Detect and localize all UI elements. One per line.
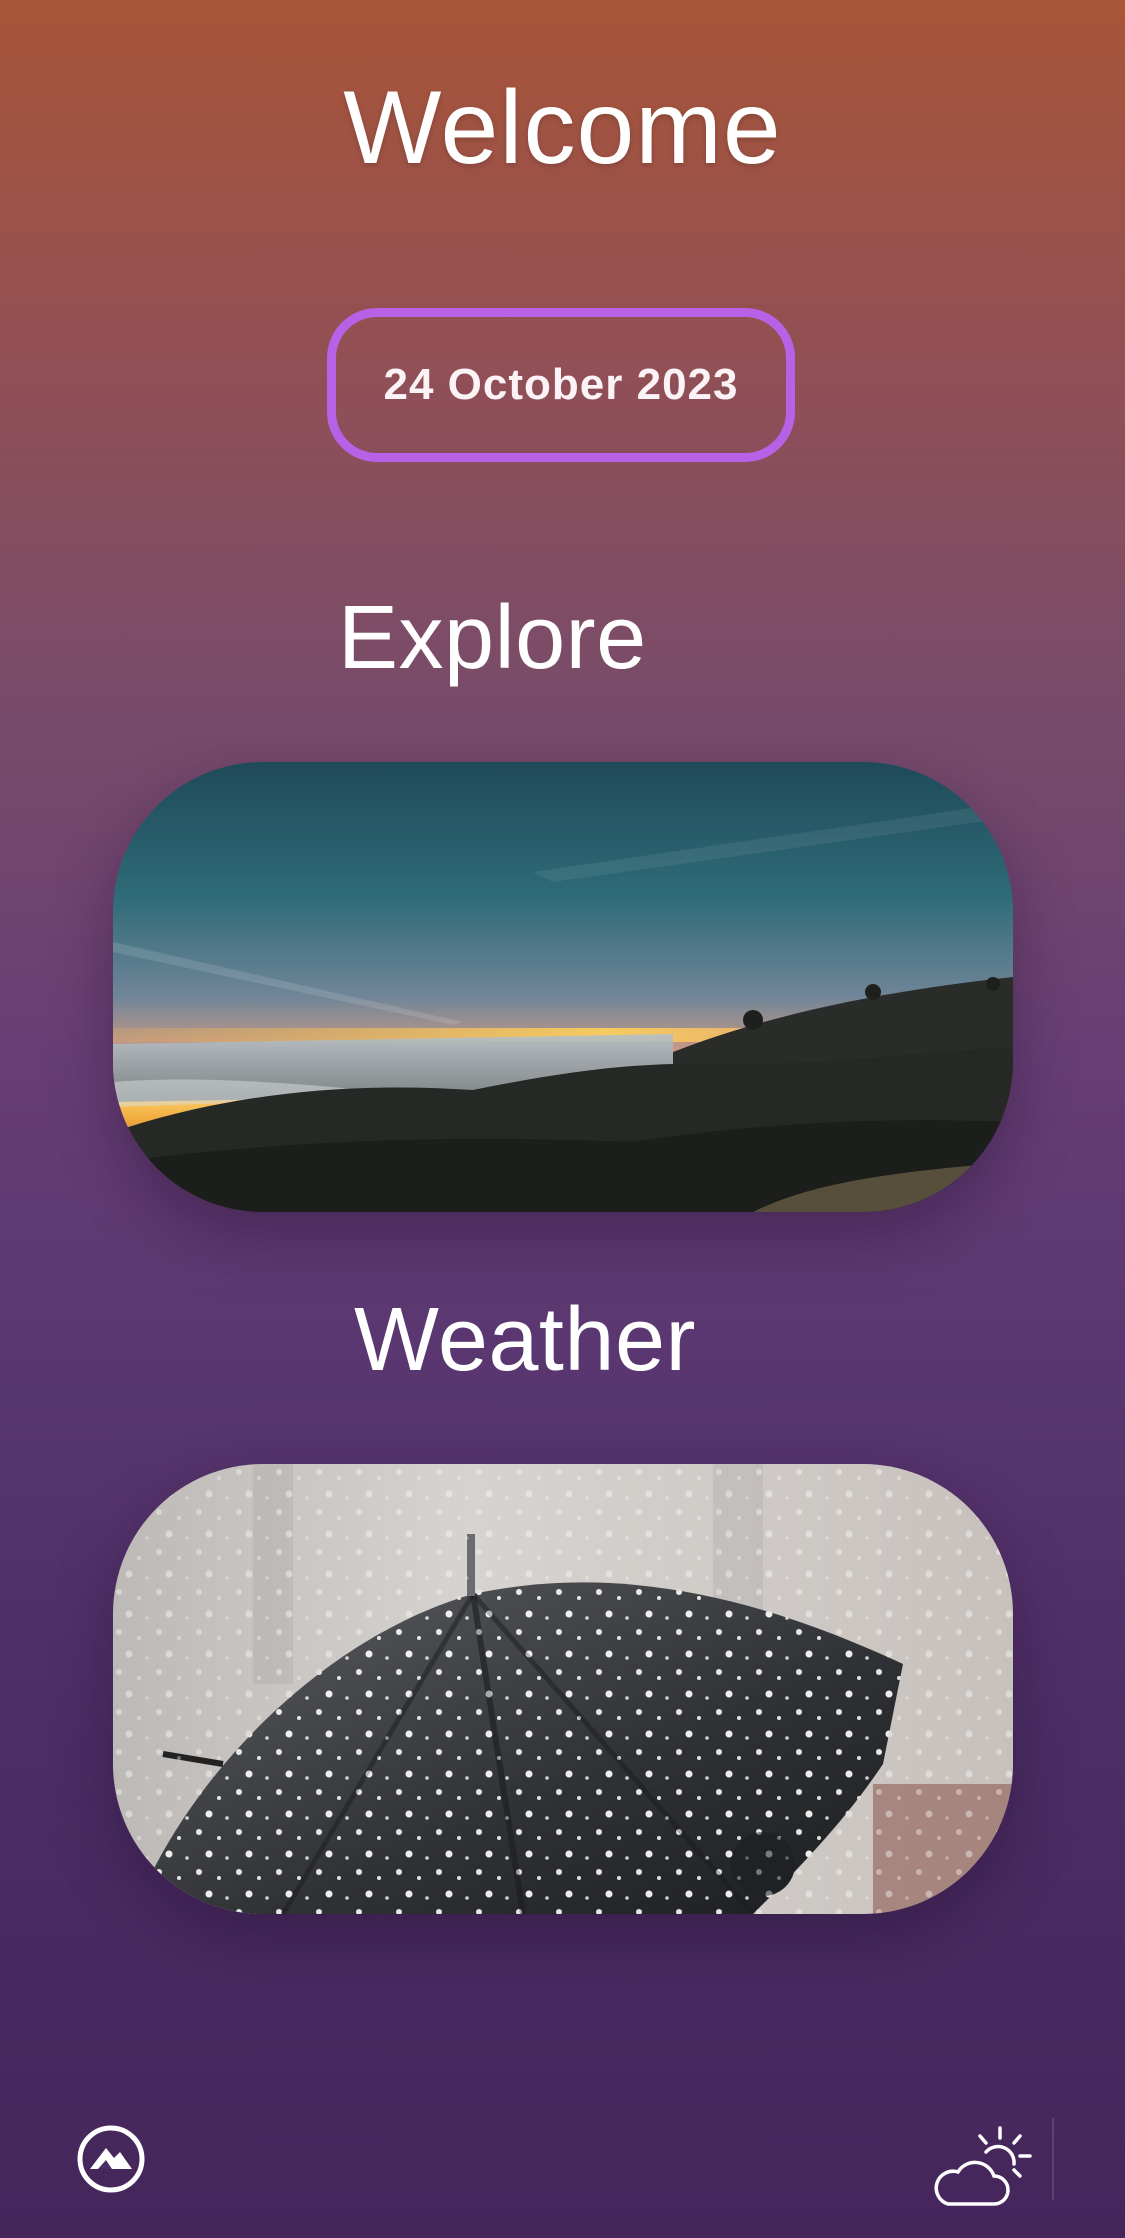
date-label: 24 October 2023: [383, 360, 739, 409]
partly-cloudy-icon: [934, 2126, 1032, 2206]
date-button[interactable]: 24 October 2023: [327, 308, 795, 462]
sunset-landscape-image: [113, 762, 1013, 1212]
explore-card[interactable]: [113, 762, 1013, 1212]
page-title: Welcome: [343, 70, 782, 186]
weather-section-title: Weather: [354, 1290, 697, 1390]
weather-tab-button[interactable]: [934, 2124, 1034, 2214]
mountain-icon: [77, 2125, 145, 2193]
explore-section-title: Explore: [338, 588, 647, 688]
snowy-umbrella-image: [113, 1464, 1013, 1914]
divider: [1052, 2118, 1054, 2200]
weather-card[interactable]: [113, 1464, 1013, 1914]
mountain-tab-button[interactable]: [76, 2124, 146, 2194]
